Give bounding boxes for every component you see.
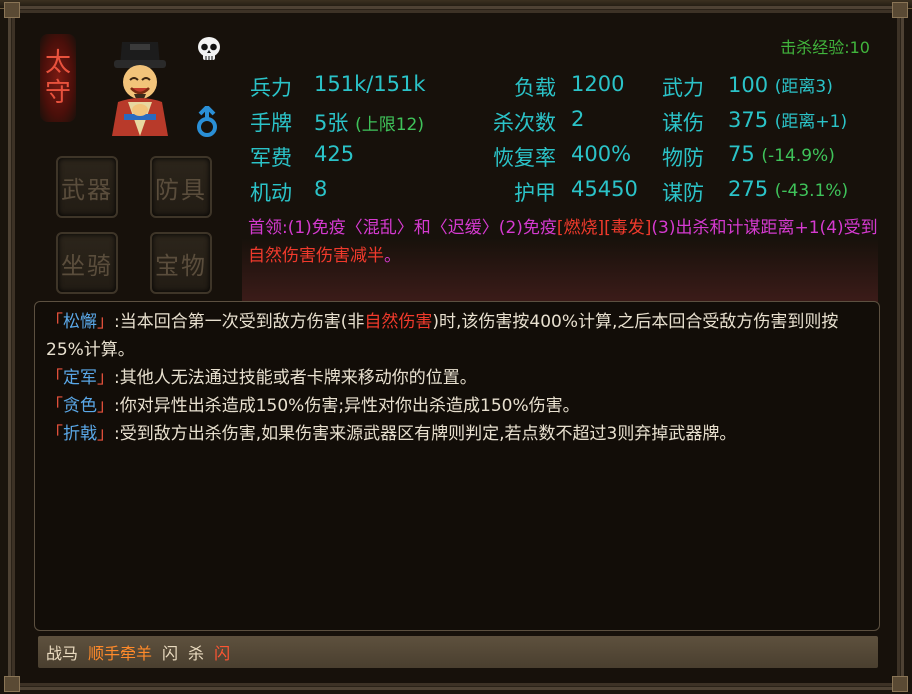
skill-bracket: 」 — [97, 396, 114, 416]
armor-slot[interactable]: 防具 — [150, 156, 212, 218]
strategy-defense-pct: (-43.1%) — [774, 181, 849, 201]
frame-corner — [892, 2, 908, 18]
skill-bracket: 「 — [46, 368, 63, 388]
leader-status-tags: [燃烧][毒发] — [556, 218, 652, 238]
armor-value: 45450 — [571, 177, 638, 201]
card-steal-sheep[interactable]: 顺手牵羊 — [88, 640, 152, 664]
skill-item: 「定军」:其他人无法通过技能或者卡牌来移动你的位置。 — [46, 364, 876, 392]
strategy-defense-label: 谋防 — [662, 181, 704, 205]
skill-text-natural-damage: 自然伤害 — [364, 312, 433, 332]
leader-natural-damage: 自然伤害伤害减半 — [248, 246, 384, 266]
general-portrait[interactable] — [100, 36, 180, 138]
hand-value: 5张 (上限12) — [314, 107, 424, 137]
strategy-defense-value: 275 (-43.1%) — [728, 177, 848, 201]
force-label: 武力 — [662, 76, 704, 100]
physical-defense-label: 物防 — [662, 146, 704, 170]
role-char: 守 — [44, 78, 71, 108]
skill-bracket: 」 — [97, 312, 114, 332]
hand-label: 手牌 — [250, 111, 292, 135]
load-label: 负载 — [514, 76, 556, 100]
skill-name[interactable]: 定军 — [63, 368, 97, 388]
skill-bracket: 」 — [97, 368, 114, 388]
skill-text: :受到敌方出杀伤害,如果伤害来源武器区有牌则判定,若点数不超过3则弃掉武器牌。 — [114, 424, 737, 444]
leader-text: (3)出杀和计谋距离+1(4)受到 — [651, 218, 878, 238]
skull-icon — [198, 37, 220, 60]
strategy-damage-number: 375 — [728, 108, 769, 132]
load-value: 1200 — [571, 72, 625, 96]
skill-text: :其他人无法通过技能或者卡牌来移动你的位置。 — [114, 368, 477, 388]
skill-item: 「贪色」:你对异性出杀造成150%伤害;异性对你出杀造成150%伤害。 — [46, 392, 876, 420]
weapon-slot[interactable]: 武器 — [56, 156, 118, 218]
role-char: 太 — [44, 48, 71, 78]
skill-list: 「松懈」:当本回合第一次受到敌方伤害(非自然伤害)时,该伤害按400%计算,之后… — [46, 308, 876, 448]
skill-text: :你对异性出杀造成150%伤害;异性对你出杀造成150%伤害。 — [114, 396, 580, 416]
skill-name[interactable]: 折戟 — [63, 424, 97, 444]
card-dodge[interactable]: 闪 — [162, 640, 178, 664]
recovery-value: 400% — [571, 142, 632, 166]
mobility-value: 8 — [314, 177, 328, 201]
troops-label: 兵力 — [250, 76, 292, 100]
strategy-defense-number: 275 — [728, 177, 769, 201]
skill-bracket: 「 — [46, 396, 63, 416]
strategy-range: (距离+1) — [774, 112, 848, 132]
force-range: (距离3) — [774, 77, 833, 97]
strategy-damage-label: 谋伤 — [662, 111, 704, 135]
kill-experience: 击杀经验:10 — [780, 38, 870, 57]
skill-item: 「折戟」:受到敌方出杀伤害,如果伤害来源武器区有牌则判定,若点数不超过3则弃掉武… — [46, 420, 876, 448]
physical-defense-number: 75 — [728, 142, 755, 166]
card-dodge-red[interactable]: 闪 — [214, 640, 230, 664]
kills-label: 杀次数 — [493, 111, 556, 135]
physical-defense-value: 75 (-14.9%) — [728, 142, 835, 166]
hand-count: 5张 — [314, 111, 349, 135]
funds-label: 军费 — [250, 146, 292, 170]
frame-corner — [4, 676, 20, 692]
troops-value: 151k/151k — [314, 72, 426, 96]
skill-bracket: 「 — [46, 312, 63, 332]
skill-bracket: 」 — [97, 424, 114, 444]
card-war-horse[interactable]: 战马 — [46, 640, 78, 664]
physical-defense-pct: (-14.9%) — [761, 146, 835, 166]
leader-text: 。 — [384, 246, 401, 266]
force-value: 100 (距离3) — [728, 72, 833, 97]
recovery-label: 恢复率 — [493, 146, 556, 170]
male-gender-icon — [197, 106, 217, 137]
skill-text: :当本回合第一次受到敌方伤害(非 — [114, 312, 365, 332]
treasure-slot[interactable]: 宝物 — [150, 232, 212, 294]
mobility-label: 机动 — [250, 181, 292, 205]
skill-bracket: 「 — [46, 424, 63, 444]
force-number: 100 — [728, 73, 769, 97]
leader-text: 首领:(1)免疫〈混乱〉和〈迟缓〉(2)免疫 — [248, 218, 557, 238]
hand-limit: (上限12) — [355, 115, 424, 135]
mount-slot[interactable]: 坐骑 — [56, 232, 118, 294]
strategy-damage-value: 375 (距离+1) — [728, 107, 847, 132]
funds-value: 425 — [314, 142, 355, 166]
skill-name[interactable]: 贪色 — [63, 396, 97, 416]
card-kill[interactable]: 杀 — [188, 640, 204, 664]
role-badge: 太 守 — [40, 34, 76, 122]
card-bar: 战马 顺手牵羊 闪 杀 闪 — [38, 636, 878, 668]
frame-corner — [4, 2, 20, 18]
skill-name[interactable]: 松懈 — [63, 312, 97, 332]
kills-value: 2 — [571, 107, 585, 131]
frame-corner — [892, 676, 908, 692]
leader-ability: 首领:(1)免疫〈混乱〉和〈迟缓〉(2)免疫[燃烧][毒发](3)出杀和计谋距离… — [248, 214, 878, 270]
skill-item: 「松懈」:当本回合第一次受到敌方伤害(非自然伤害)时,该伤害按400%计算,之后… — [46, 308, 876, 364]
armor-label: 护甲 — [514, 181, 556, 205]
